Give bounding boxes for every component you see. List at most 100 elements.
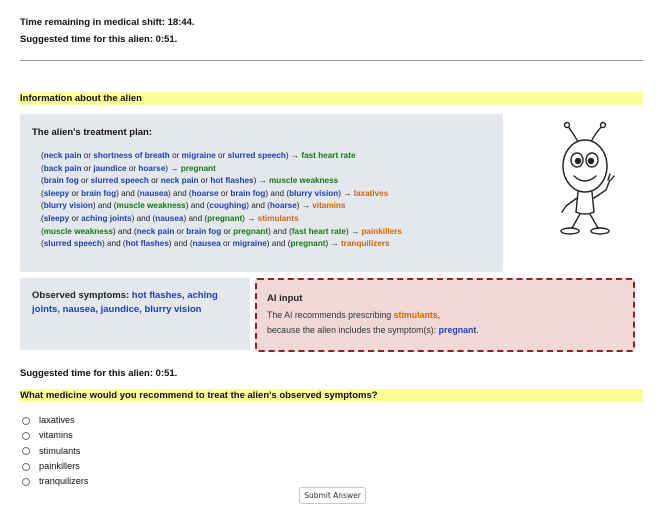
- plan-rule-segment: or: [126, 163, 139, 173]
- treatment-plan-title: The alien's treatment plan:: [32, 127, 152, 138]
- plan-rule-segment: nausea: [155, 213, 184, 223]
- option-laxatives[interactable]: laxatives: [22, 413, 89, 428]
- plan-rule: (sleepy or aching joints) and (nausea) a…: [41, 213, 402, 226]
- plan-rule: (back pain or jaundice or hoarse) → preg…: [41, 163, 402, 176]
- plan-rule: (muscle weakness) and (neck pain or brai…: [41, 226, 402, 239]
- plan-rule-segment: painkillers: [361, 226, 402, 236]
- plan-rule-segment: or: [81, 151, 94, 160]
- plan-rule-segment: ) and (: [268, 226, 292, 236]
- plan-rule-segment: tranquilizers: [340, 239, 390, 249]
- plan-rule-segment: or: [198, 176, 211, 186]
- plan-rule-segment: hoarse: [191, 188, 219, 198]
- plan-rule-segment: ) and (: [183, 213, 208, 223]
- radio-button[interactable]: [22, 462, 30, 471]
- divider: [20, 60, 643, 61]
- plan-rule-segment: or: [220, 239, 233, 249]
- plan-rule: (sleepy or brain fog) and (nausea) and (…: [41, 188, 402, 201]
- timer-block: Time remaining in medical shift: 18:44. …: [20, 14, 195, 48]
- plan-rule-segment: or: [215, 151, 228, 160]
- observed-symptoms-panel: Observed symptoms: hot flashes, aching j…: [20, 278, 250, 350]
- ai-recommended-medicine: stimulants: [393, 310, 438, 320]
- plan-rule-segment: ) and (: [101, 239, 126, 249]
- plan-rule-segment: jaundice: [93, 163, 127, 173]
- plan-rule-segment: or: [174, 226, 187, 236]
- plan-rule-segment: neck pain: [160, 176, 199, 186]
- option-label: vitamins: [39, 430, 73, 441]
- suggested-time-repeat: Suggested time for this alien: 0:51.: [20, 368, 178, 379]
- question-prompt: What medicine would you recommend to tre…: [20, 389, 643, 402]
- plan-rule-segment: nausea: [139, 188, 168, 198]
- plan-rule-segment: nausea: [192, 239, 221, 249]
- plan-rule-segment: stimulants: [257, 213, 299, 223]
- radio-button[interactable]: [22, 447, 30, 456]
- plan-rule: (neck pain or shortness of breath or mig…: [41, 150, 402, 163]
- plan-rule: (brain fog or slurred speech or neck pai…: [41, 175, 402, 188]
- plan-rule-segment: pregnant: [180, 163, 216, 173]
- plan-rule-segment: or: [78, 176, 91, 186]
- plan-rule-segment: ) and (: [168, 239, 193, 249]
- ai-input-panel: AI input The AI recommends prescribing s…: [255, 278, 635, 352]
- plan-rule-segment: ) and (: [185, 201, 210, 211]
- plan-rule-segment: or: [221, 226, 234, 236]
- plan-rule-segment: brain fog: [81, 188, 117, 198]
- plan-rule-segment: or: [169, 151, 182, 160]
- plan-rule-segment: blurry vision: [289, 188, 339, 198]
- plan-rule-segment: neck pain: [43, 151, 82, 160]
- treatment-plan-panel: The alien's treatment plan: (neck pain o…: [20, 114, 503, 272]
- option-label: stimulants: [39, 445, 81, 456]
- option-label: laxatives: [39, 415, 75, 425]
- plan-rule-segment: migraine: [181, 151, 216, 160]
- cartoon-alien-icon: [560, 121, 615, 235]
- ai-symptom: pregnant: [438, 324, 477, 335]
- plan-rule-segment: or: [81, 163, 94, 173]
- plan-rule-segment: hoarse: [269, 201, 297, 211]
- plan-rule-segment: pregnant: [290, 239, 326, 249]
- plan-rule-segment: ) →: [242, 213, 258, 223]
- radio-button[interactable]: [22, 477, 30, 486]
- plan-rule: (blurry vision) and (muscle weakness) an…: [41, 200, 402, 213]
- plan-rule-segment: hot flashes: [125, 239, 169, 249]
- plan-rule-segment: vitamins: [312, 201, 346, 211]
- plan-rule-segment: ) and (: [266, 239, 291, 249]
- suggested-time: Suggested time for this alien: 0:51.: [20, 34, 178, 45]
- plan-rule-segment: brain fog: [186, 226, 222, 236]
- plan-rule-segment: pregnant: [207, 213, 243, 223]
- medicine-options: laxatives vitamins stimulants painkiller…: [22, 413, 89, 489]
- observed-symptoms-label: Observed symptoms:: [32, 290, 132, 301]
- plan-rule-segment: muscle weakness: [43, 226, 113, 236]
- option-stimulants[interactable]: stimulants: [22, 444, 89, 459]
- plan-rule-segment: blurry vision: [43, 201, 93, 211]
- plan-rule-segment: hot flashes: [210, 176, 254, 186]
- plan-rule-segment: ) and (: [92, 201, 117, 211]
- plan-rule-segment: coughing: [209, 201, 247, 211]
- plan-rule-segment: ) and (: [112, 226, 137, 236]
- radio-button[interactable]: [22, 431, 30, 440]
- option-tranquilizers[interactable]: tranquilizers: [22, 474, 89, 489]
- plan-rule-segment: ) →: [345, 226, 362, 236]
- plan-rule-segment: neck pain: [136, 226, 175, 236]
- plan-rule-segment: slurred speech: [90, 176, 149, 186]
- plan-rule-segment: fast heart rate: [301, 151, 356, 160]
- ai-text-comma: ,: [437, 310, 441, 320]
- plan-rule-segment: brain fog: [230, 188, 266, 198]
- plan-rule-segment: ) →: [253, 176, 270, 186]
- ai-because-prefix: because the alien includes the symptom(s…: [267, 324, 439, 335]
- plan-rule-segment: laxatives: [353, 188, 389, 198]
- plan-rule-segment: ) →: [338, 188, 354, 198]
- treatment-plan-rules: (neck pain or shortness of breath or mig…: [41, 150, 402, 251]
- submit-answer-button[interactable]: Submit Answer: [299, 487, 366, 504]
- plan-rule-segment: ) and (: [168, 188, 192, 198]
- plan-rule-segment: ) →: [296, 201, 313, 211]
- ai-recommendation: The AI recommends prescribing stimulants…: [267, 308, 479, 337]
- plan-rule-segment: ) →: [285, 151, 302, 160]
- radio-button[interactable]: [22, 416, 30, 425]
- alien-info-heading: Information about the alien: [20, 92, 643, 105]
- plan-rule-segment: sleepy: [43, 213, 70, 223]
- plan-rule-segment: or: [69, 188, 82, 198]
- plan-rule-segment: migraine: [232, 239, 267, 249]
- option-vitamins[interactable]: vitamins: [22, 428, 89, 443]
- plan-rule-segment: aching joints: [81, 213, 132, 223]
- plan-rule-segment: or: [69, 213, 82, 223]
- option-painkillers[interactable]: painkillers: [22, 459, 89, 474]
- plan-rule-segment: slurred speech: [227, 151, 286, 160]
